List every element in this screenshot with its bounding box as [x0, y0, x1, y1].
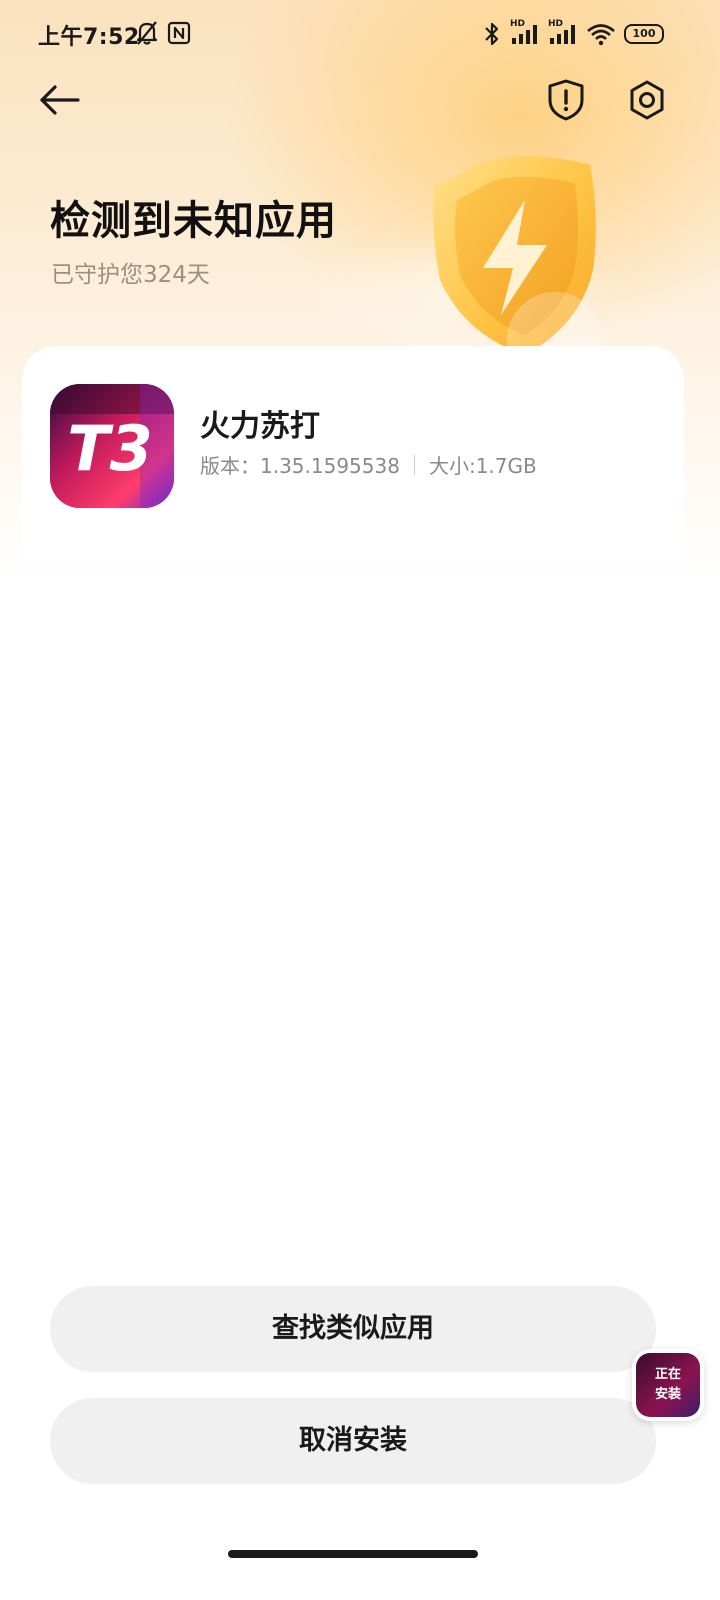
back-button[interactable]: [38, 80, 82, 120]
app-info-card: T3 火力苏打 版本：1.35.1595538 大小:1.7GB: [22, 346, 684, 566]
app-size: 大小:1.7GB: [428, 454, 537, 478]
app-meta: 版本：1.35.1595538 大小:1.7GB: [200, 450, 537, 479]
app-icon: T3: [50, 384, 174, 508]
battery-indicator: 100: [624, 24, 664, 44]
find-similar-apps-button[interactable]: 查找类似应用: [50, 1286, 656, 1372]
meta-divider: [413, 454, 415, 475]
nfc-icon: [167, 21, 191, 45]
bell-muted-icon: [136, 21, 158, 45]
home-indicator[interactable]: [228, 1550, 478, 1558]
gear-icon: [630, 80, 664, 120]
installing-badge-line2: 安装: [654, 1387, 681, 1402]
wifi-icon: [587, 24, 615, 46]
app-version: 版本：1.35.1595538: [200, 454, 400, 478]
shield-lightning-illustration-icon: [433, 156, 603, 370]
app-name: 火力苏打: [200, 409, 320, 444]
cancel-install-button[interactable]: 取消安装: [50, 1398, 656, 1484]
protection-days: 已守护您324天: [51, 262, 210, 288]
bluetooth-icon: [485, 22, 499, 46]
status-right-icons: HD HD 100: [482, 19, 664, 47]
page-title: 检测到未知应用: [50, 198, 337, 244]
status-bar: 上午7:52 HD HD 100: [0, 0, 720, 66]
security-shield-button[interactable]: [545, 78, 587, 122]
signal-strength-icon-2: HD: [548, 19, 578, 46]
shield-alert-icon: [548, 79, 584, 121]
status-left-icons: [135, 20, 191, 46]
arrow-left-icon: [40, 85, 80, 115]
installing-badge-line1: 正在: [654, 1367, 681, 1382]
signal-strength-icon-1: HD: [510, 19, 540, 46]
settings-button[interactable]: [626, 78, 668, 122]
installing-floating-badge[interactable]: 正在 安装: [632, 1349, 704, 1421]
installing-badge-content: 正在 安装: [636, 1353, 700, 1417]
svg-text:T3: T3: [67, 412, 152, 485]
app-logo-icon: T3: [50, 384, 174, 508]
status-time: 上午7:52: [38, 25, 140, 50]
